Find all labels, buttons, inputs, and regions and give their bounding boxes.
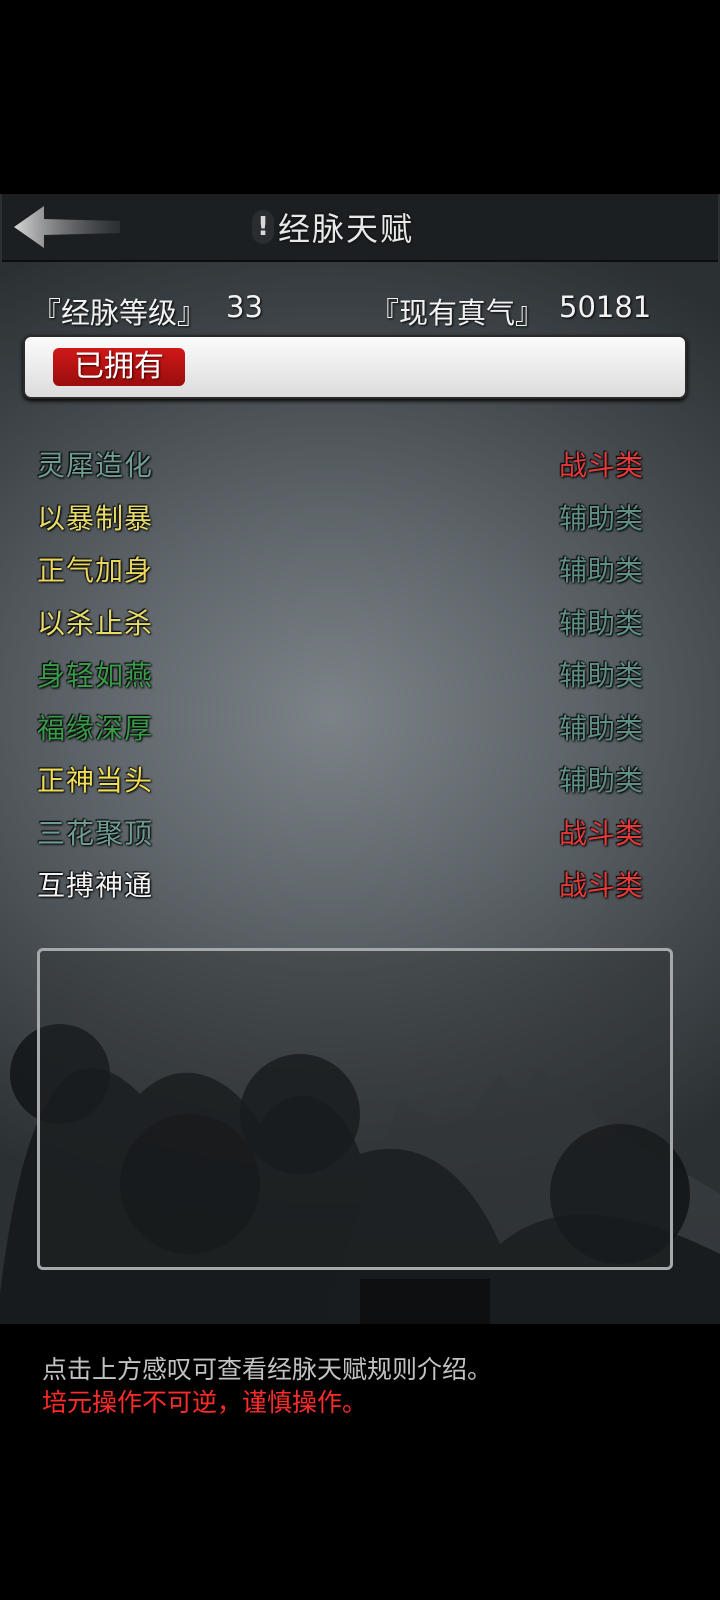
talent-description-panel bbox=[37, 948, 673, 1270]
back-button[interactable] bbox=[12, 204, 122, 250]
talent-type: 辅助类 bbox=[558, 764, 643, 797]
talent-type: 战斗类 bbox=[558, 449, 643, 482]
talent-row[interactable]: 互搏神通 战斗类 bbox=[25, 858, 681, 910]
page-title: 经脉天赋 bbox=[278, 210, 415, 248]
talent-row[interactable]: 以杀止杀 辅助类 bbox=[25, 596, 681, 648]
talent-name: 以暴制暴 bbox=[37, 501, 154, 535]
talent-type: 辅助类 bbox=[558, 554, 643, 587]
talent-type: 辅助类 bbox=[558, 711, 643, 745]
talent-name: 灵犀造化 bbox=[37, 449, 154, 482]
talent-name: 以杀止杀 bbox=[37, 606, 154, 640]
talent-type: 战斗类 bbox=[558, 869, 643, 902]
back-arrow-icon bbox=[14, 206, 120, 248]
talent-row[interactable]: 正神当头 辅助类 bbox=[25, 753, 681, 805]
true-qi-label: 『现有真气』 bbox=[370, 296, 545, 330]
meridian-level-label: 『经脉等级』 bbox=[32, 296, 207, 330]
title-group: ! 经脉天赋 bbox=[252, 204, 414, 250]
talent-name: 互搏神通 bbox=[37, 869, 154, 902]
talent-name: 正神当头 bbox=[37, 764, 154, 797]
talent-row[interactable]: 灵犀造化 战斗类 bbox=[25, 438, 681, 490]
talent-type: 战斗类 bbox=[558, 816, 643, 850]
talent-name: 正气加身 bbox=[37, 554, 154, 587]
talent-list[interactable]: 灵犀造化 战斗类 以暴制暴 辅助类 正气加身 辅助类 以杀止杀 辅助类 身轻如燕 辅助类 福缘深厚辅… bbox=[25, 400, 681, 920]
talent-name: 三花聚顶 bbox=[37, 816, 154, 850]
talent-row[interactable]: 以暴制暴 辅助类 bbox=[25, 491, 681, 543]
talent-name: 身轻如燕 bbox=[37, 659, 154, 692]
warning-hint-text: 培元操作不可逆，谨慎操作。 bbox=[42, 1388, 368, 1417]
talent-type: 辅助类 bbox=[558, 606, 643, 640]
talent-row[interactable]: 三花聚顶 战斗类 bbox=[25, 806, 681, 858]
true-qi-value: 50181 bbox=[559, 290, 652, 324]
talent-row[interactable]: 身轻如燕 辅助类 bbox=[25, 648, 681, 700]
talent-row[interactable]: 正气加身 辅助类 bbox=[25, 543, 681, 595]
tab-owned[interactable]: 已拥有 bbox=[53, 348, 185, 386]
filter-tab-bar: 已拥有 bbox=[23, 335, 687, 399]
top-bar: ! 经脉天赋 bbox=[2, 194, 718, 262]
talent-type: 辅助类 bbox=[558, 659, 643, 692]
talent-type: 辅助类 bbox=[558, 501, 643, 535]
talent-row[interactable]: 福缘深厚 辅助类 bbox=[25, 701, 681, 753]
talent-name: 福缘深厚 bbox=[37, 711, 154, 745]
exclamation-icon[interactable]: ! bbox=[252, 210, 274, 244]
info-hint-text: 点击上方感叹可查看经脉天赋规则介绍。 bbox=[42, 1355, 493, 1384]
meridian-level-value: 33 bbox=[226, 290, 263, 324]
